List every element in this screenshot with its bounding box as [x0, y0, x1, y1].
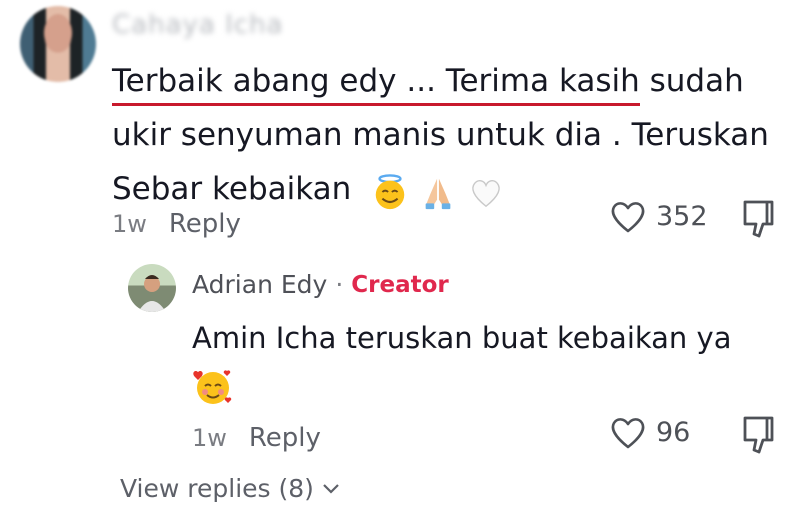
heart-outline-icon — [611, 202, 645, 233]
reply-dislike-button[interactable] — [740, 414, 780, 460]
smiling-face-with-hearts-icon — [193, 370, 232, 404]
like-count: 352 — [656, 200, 708, 232]
person-photo-icon — [138, 275, 166, 312]
reply-reply-button[interactable]: Reply — [249, 423, 321, 453]
comment-meta: 1w Reply — [112, 206, 241, 242]
reply-meta: 1w Reply — [192, 420, 321, 456]
thumbs-down-icon — [743, 200, 774, 238]
comment-text: Terbaik abang edy ... Terima kasih sudah… — [112, 54, 782, 218]
reply-like-count: 96 — [656, 416, 691, 448]
reply-header: Adrian Edy · Creator — [192, 270, 449, 299]
view-replies-label: View replies (8) — [120, 474, 314, 503]
chevron-down-icon — [323, 483, 339, 494]
creator-badge: Creator — [351, 271, 449, 298]
white-heart-icon — [472, 180, 500, 208]
like-button[interactable]: 352 — [608, 198, 708, 234]
comment-text-underlined: Terbaik abang edy ... Terima kasih — [112, 63, 640, 106]
dislike-button[interactable] — [740, 198, 780, 244]
comment-thread: Cahaya Icha Terbaik abang edy ... Terima… — [0, 0, 800, 519]
creator-avatar[interactable] — [128, 264, 176, 312]
halo-smile-icon — [375, 174, 405, 210]
heart-outline-icon — [611, 418, 645, 449]
separator-dot: · — [335, 270, 344, 299]
view-replies-button[interactable]: View replies (8) — [120, 474, 340, 503]
reply-like-button[interactable]: 96 — [608, 414, 690, 450]
emoji-row — [371, 164, 505, 218]
comment-time: 1w — [112, 210, 147, 238]
reply-username[interactable]: Adrian Edy — [192, 270, 327, 299]
comment-username[interactable]: Cahaya Icha — [112, 10, 283, 40]
reply-time: 1w — [192, 424, 227, 452]
thumbs-down-icon — [743, 416, 774, 454]
reply-button[interactable]: Reply — [169, 209, 241, 239]
praying-hands-icon — [425, 178, 451, 210]
avatar[interactable] — [20, 6, 96, 82]
reply-text: Amin Icha teruskan buat kebaikan ya — [192, 321, 732, 355]
